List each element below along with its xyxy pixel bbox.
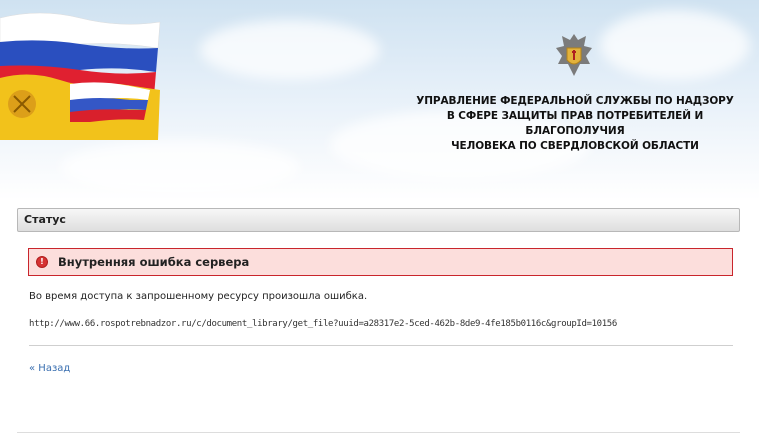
org-title-line: В СФЕРЕ ЗАЩИТЫ ПРАВ ПОТРЕБИТЕЛЕЙ И БЛАГО… (446, 110, 704, 137)
error-exclamation-icon: ! (36, 256, 48, 268)
emblem-icon (556, 34, 592, 76)
cloud-decoration (200, 20, 380, 80)
cloud-decoration (60, 140, 300, 195)
status-panel-header: Статус (17, 208, 740, 232)
cloud-decoration (600, 10, 750, 80)
russian-flags-icon (0, 12, 161, 140)
back-link[interactable]: « Назад (29, 363, 70, 374)
footer-divider (17, 432, 740, 433)
requested-url: http://www.66.rospotrebnadzor.ru/c/docum… (29, 319, 617, 329)
error-title: Внутренняя ошибка сервера (58, 255, 250, 269)
status-title: Статус (24, 213, 66, 226)
error-message: Во время доступа к запрошенному ресурсу … (29, 291, 368, 302)
divider (29, 345, 733, 346)
site-header: УПРАВЛЕНИЕ ФЕДЕРАЛЬНОЙ СЛУЖБЫ ПО НАДЗОРУ… (0, 0, 759, 200)
error-alert: ! Внутренняя ошибка сервера (28, 248, 733, 276)
organization-title: УПРАВЛЕНИЕ ФЕДЕРАЛЬНОЙ СЛУЖБЫ ПО НАДЗОРУ… (400, 94, 750, 154)
org-title-line: ЧЕЛОВЕКА ПО СВЕРДЛОВСКОЙ ОБЛАСТИ (451, 140, 699, 152)
org-title-line: УПРАВЛЕНИЕ ФЕДЕРАЛЬНОЙ СЛУЖБЫ ПО НАДЗОРУ (416, 95, 734, 107)
